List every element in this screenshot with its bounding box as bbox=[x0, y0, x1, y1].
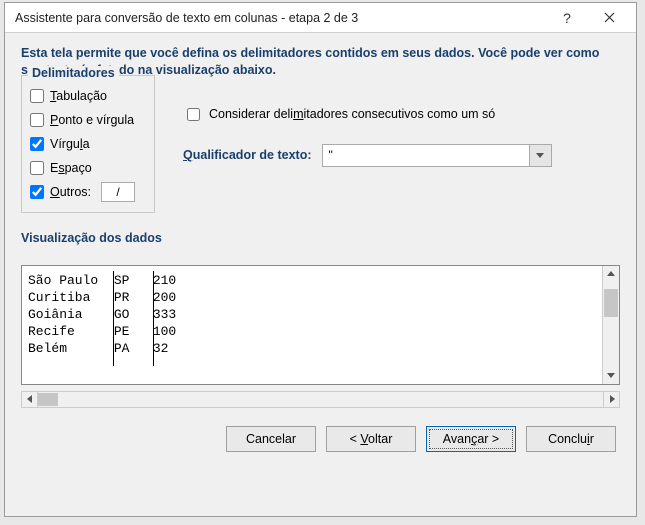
consecutive-label: Considerar delimitadores consecutivos co… bbox=[209, 107, 495, 121]
delimiter-semicolon[interactable]: Ponto e vírgula bbox=[30, 108, 144, 132]
chevron-right-icon bbox=[608, 395, 616, 403]
data-preview: São Paulo SP 210 Curitiba PR 200 Goiânia… bbox=[21, 265, 620, 385]
scroll-up-button[interactable] bbox=[603, 266, 619, 283]
text-qualifier-label: Qualificador de texto: bbox=[183, 148, 312, 162]
delimiter-semicolon-checkbox[interactable] bbox=[30, 113, 44, 127]
scroll-right-button[interactable] bbox=[603, 391, 620, 408]
chevron-up-icon bbox=[607, 270, 615, 278]
delimiter-tab[interactable]: Tabulação bbox=[30, 84, 144, 108]
preview-vertical-scrollbar[interactable] bbox=[602, 266, 619, 384]
preview-horizontal-scrollbar[interactable] bbox=[21, 391, 620, 408]
column-divider bbox=[113, 271, 114, 366]
button-row: Cancelar < Voltar Avançar > Concluir bbox=[21, 422, 620, 452]
text-qualifier-input[interactable] bbox=[322, 144, 530, 167]
cancel-button[interactable]: Cancelar bbox=[226, 426, 316, 452]
dialog-title: Assistente para conversão de texto em co… bbox=[15, 11, 546, 25]
delimiter-space-label: Espaço bbox=[50, 161, 92, 175]
delimiter-comma[interactable]: Vírgula bbox=[30, 132, 144, 156]
scroll-thumb[interactable] bbox=[604, 289, 618, 317]
chevron-down-icon bbox=[607, 371, 615, 379]
delimiter-other-checkbox[interactable] bbox=[30, 185, 44, 199]
text-qualifier-dropdown-button[interactable] bbox=[530, 144, 552, 167]
close-button[interactable] bbox=[588, 4, 630, 32]
scroll-down-button[interactable] bbox=[603, 367, 619, 384]
delimiter-other-input[interactable] bbox=[101, 182, 135, 202]
delimiters-group: Delimitadores Tabulação Ponto e vírgula … bbox=[21, 75, 155, 213]
titlebar: Assistente para conversão de texto em co… bbox=[5, 3, 636, 33]
options-right: Considerar delimitadores consecutivos co… bbox=[155, 93, 620, 167]
dialog-content: Esta tela permite que você defina os del… bbox=[5, 33, 636, 460]
options-row: Delimitadores Tabulação Ponto e vírgula … bbox=[21, 93, 620, 225]
consecutive-checkbox[interactable] bbox=[187, 108, 200, 121]
scroll-thumb[interactable] bbox=[38, 393, 58, 406]
column-divider bbox=[153, 271, 154, 366]
chevron-left-icon bbox=[26, 395, 34, 403]
scroll-track[interactable] bbox=[603, 283, 619, 367]
scroll-left-button[interactable] bbox=[21, 391, 38, 408]
finish-button[interactable]: Concluir bbox=[526, 426, 616, 452]
chevron-down-icon bbox=[536, 151, 544, 159]
next-button[interactable]: Avançar > bbox=[426, 426, 516, 452]
delimiter-space-checkbox[interactable] bbox=[30, 161, 44, 175]
text-qualifier-row: Qualificador de texto: bbox=[183, 144, 620, 167]
wizard-dialog: Assistente para conversão de texto em co… bbox=[4, 2, 637, 517]
delimiter-other-label: Outros: bbox=[50, 185, 91, 199]
consecutive-option[interactable]: Considerar delimitadores consecutivos co… bbox=[183, 105, 620, 124]
scroll-track[interactable] bbox=[38, 391, 603, 408]
delimiter-comma-label: Vírgula bbox=[50, 137, 90, 151]
delimiter-tab-checkbox[interactable] bbox=[30, 89, 44, 103]
back-button[interactable]: < Voltar bbox=[326, 426, 416, 452]
delimiters-legend: Delimitadores bbox=[28, 66, 119, 80]
help-button[interactable]: ? bbox=[546, 4, 588, 32]
delimiter-tab-label: Tabulação bbox=[50, 89, 107, 103]
text-qualifier-combo[interactable] bbox=[322, 144, 552, 167]
preview-label: Visualização dos dados bbox=[21, 231, 620, 245]
delimiter-other[interactable]: Outros: bbox=[30, 180, 144, 204]
data-preview-content: São Paulo SP 210 Curitiba PR 200 Goiânia… bbox=[22, 266, 619, 384]
delimiter-semicolon-label: Ponto e vírgula bbox=[50, 113, 134, 127]
delimiter-comma-checkbox[interactable] bbox=[30, 137, 44, 151]
delimiter-space[interactable]: Espaço bbox=[30, 156, 144, 180]
